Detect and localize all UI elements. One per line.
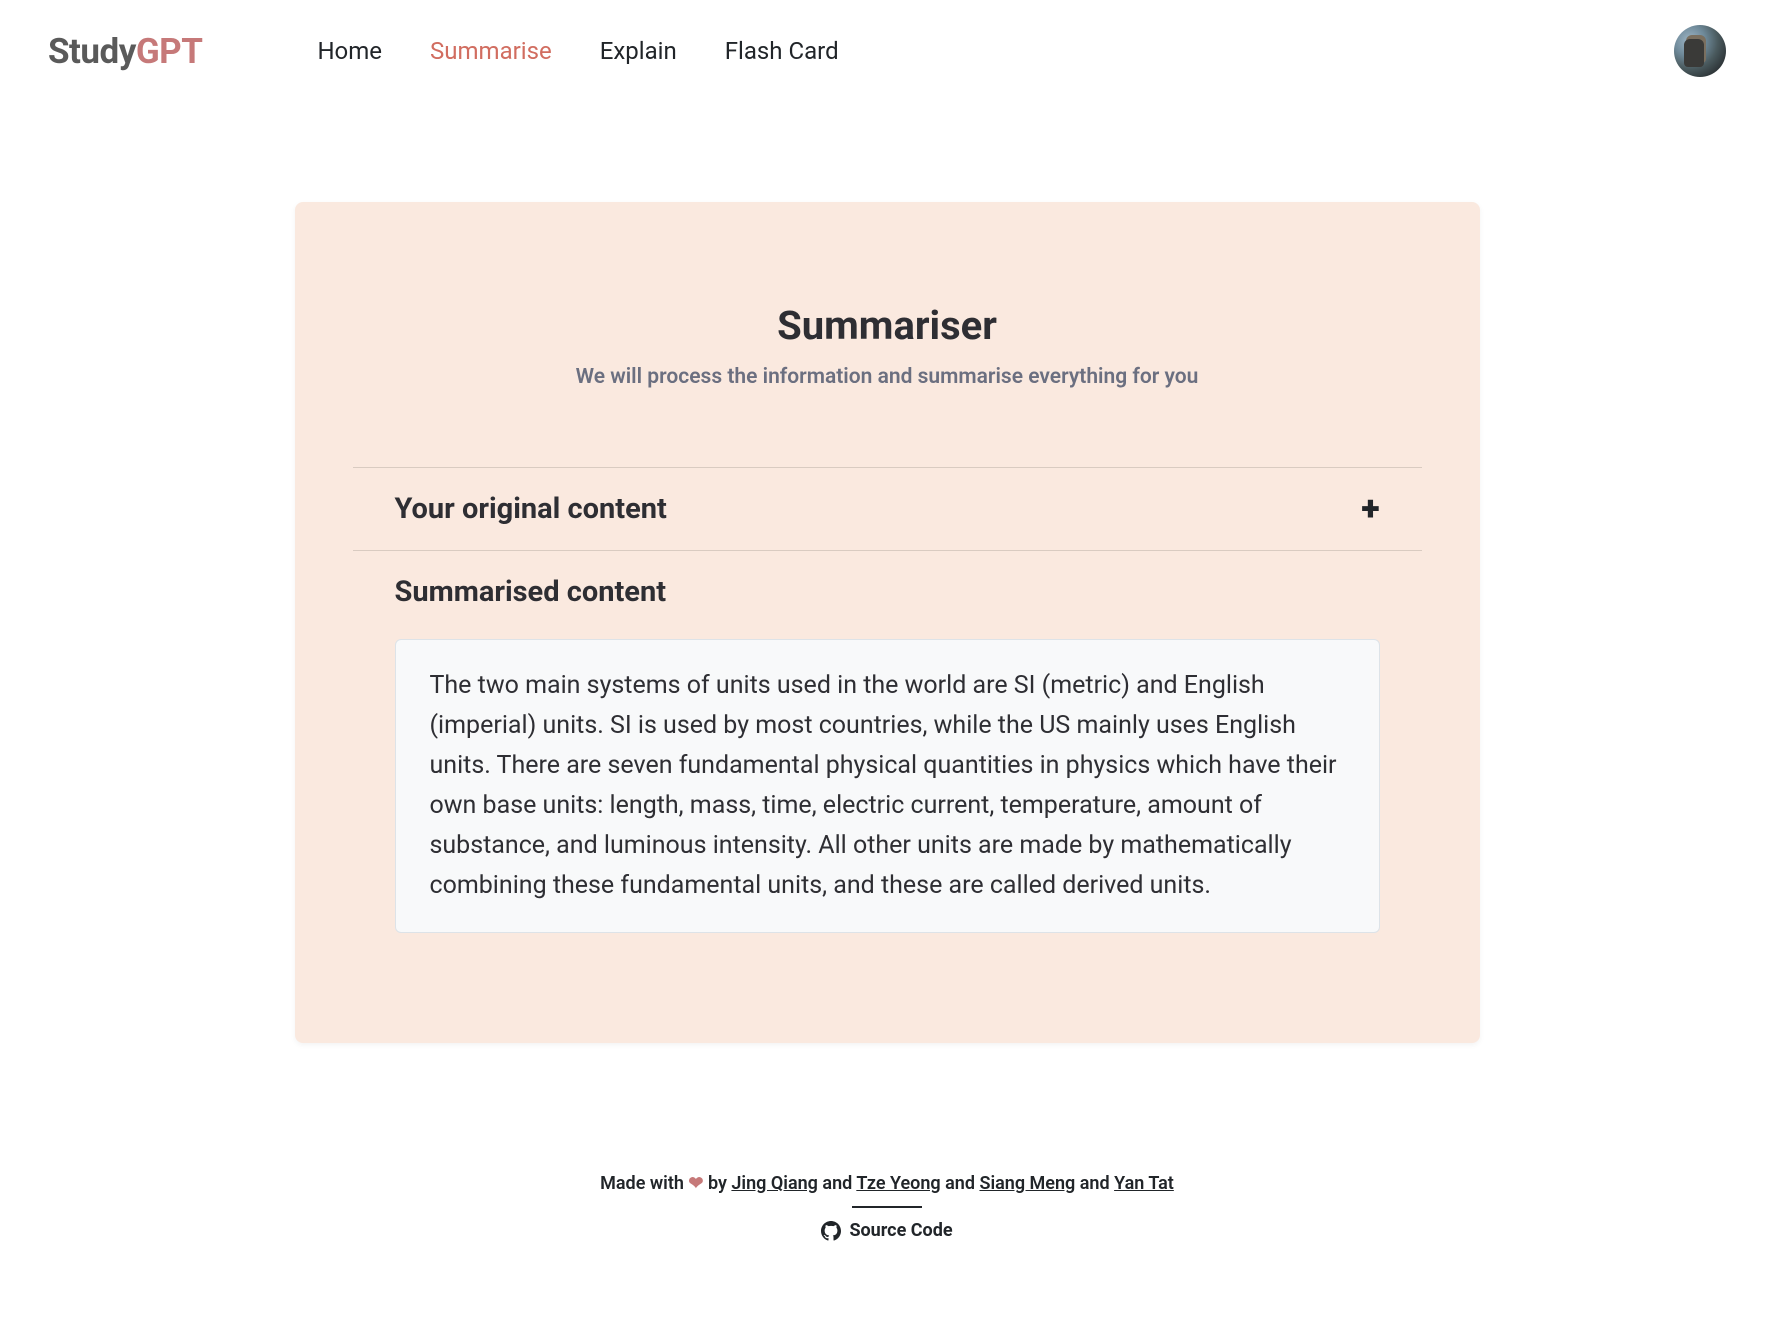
page-subtitle: We will process the information and summ… [353, 365, 1422, 389]
user-avatar[interactable] [1674, 25, 1726, 77]
footer: Made with ❤ by Jing Qiang and Tze Yeong … [0, 1173, 1774, 1266]
nav-summarise[interactable]: Summarise [430, 37, 552, 65]
accordion: Your original content + Summarised conte… [353, 467, 1422, 933]
main-card: Summariser We will process the informati… [295, 202, 1480, 1043]
main-nav: Home Summarise Explain Flash Card [317, 37, 838, 65]
accordion-header-original[interactable]: Your original content + [353, 468, 1422, 550]
nav-flashcard[interactable]: Flash Card [725, 37, 839, 65]
accordion-item-original: Your original content + [353, 467, 1422, 550]
page-title: Summariser [353, 302, 1422, 349]
footer-and-3: and [1075, 1173, 1114, 1194]
header: StudyGPT Home Summarise Explain Flash Ca… [0, 0, 1774, 102]
nav-explain[interactable]: Explain [600, 37, 677, 65]
footer-and-2: and [941, 1173, 980, 1194]
footer-author-4[interactable]: Yan Tat [1114, 1173, 1174, 1194]
heart-icon: ❤ [688, 1173, 703, 1194]
footer-made-with: Made with [600, 1173, 688, 1194]
footer-author-2[interactable]: Tze Yeong [856, 1173, 940, 1194]
summary-output: The two main systems of units used in th… [395, 639, 1380, 933]
footer-credits: Made with ❤ by Jing Qiang and Tze Yeong … [0, 1173, 1774, 1194]
source-code-label: Source Code [849, 1220, 952, 1241]
plus-icon: + [1361, 492, 1379, 526]
brand-logo[interactable]: StudyGPT [48, 31, 202, 72]
github-icon [821, 1221, 841, 1241]
source-code-link[interactable]: Source Code [821, 1220, 952, 1241]
accordion-title-summarised: Summarised content [395, 575, 1380, 609]
footer-divider [852, 1206, 922, 1208]
nav-home[interactable]: Home [317, 37, 382, 65]
brand-text-study: Study [48, 31, 136, 72]
brand-text-gpt: GPT [136, 31, 203, 72]
accordion-item-summarised: Summarised content The two main systems … [353, 550, 1422, 933]
footer-author-3[interactable]: Siang Meng [979, 1173, 1075, 1194]
footer-by: by [703, 1173, 731, 1194]
footer-author-1[interactable]: Jing Qiang [731, 1173, 818, 1194]
accordion-title-original: Your original content [395, 492, 667, 526]
footer-and-1: and [818, 1173, 856, 1194]
